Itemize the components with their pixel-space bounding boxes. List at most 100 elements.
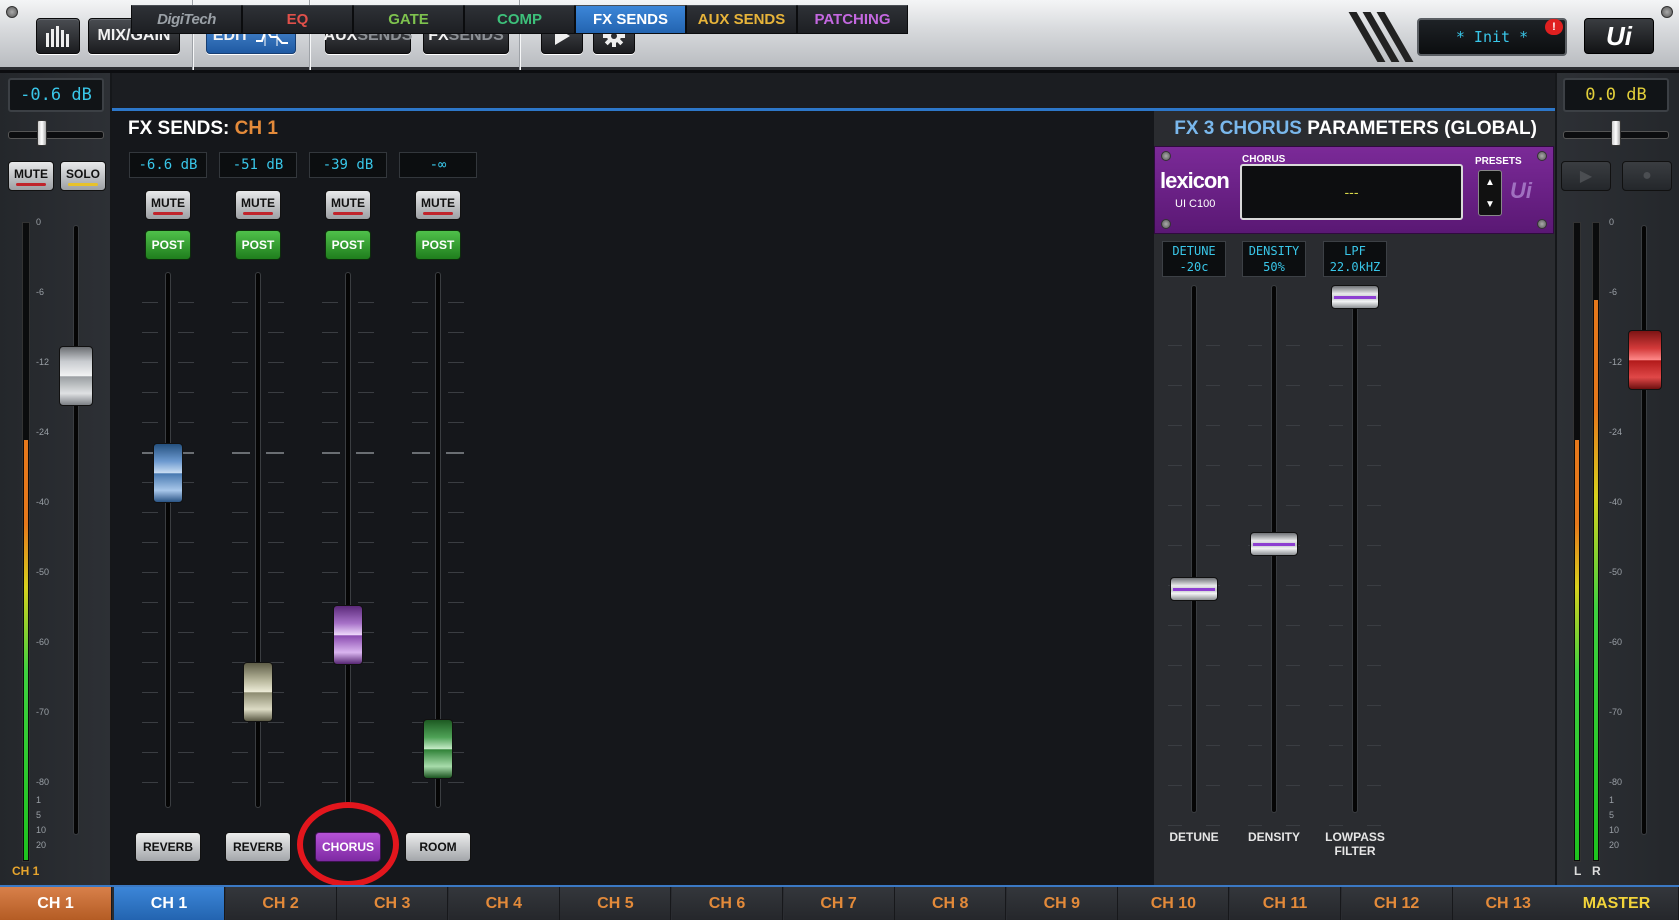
send-mute-button[interactable]: MUTE [325, 190, 371, 220]
fader-tick [268, 782, 284, 783]
fader-tick [1248, 705, 1262, 706]
channel-tab-ch-2[interactable]: CH 2 [225, 887, 337, 920]
tab-eq[interactable]: EQ [242, 5, 353, 34]
send-post-button[interactable]: POST [325, 230, 371, 260]
param-display-lowpass-filter[interactable]: LPF 22.0kHZ [1323, 241, 1387, 277]
tab-aux-sends[interactable]: AUX SENDS [686, 5, 797, 34]
channel-tab-ch-13[interactable]: CH 13 [1453, 887, 1565, 920]
alert-badge[interactable]: ! [1545, 19, 1563, 35]
channel-tab-ch-10[interactable]: CH 10 [1118, 887, 1230, 920]
send-level-display[interactable]: -39 dB [309, 152, 387, 178]
send-mute-label: MUTE [331, 195, 365, 210]
send-level-display[interactable]: -∞ [399, 152, 477, 178]
tab-patching[interactable]: PATCHING [797, 5, 908, 34]
ui-logo-button[interactable]: Ui [1584, 18, 1654, 54]
tab-fx-sends[interactable]: FX SENDS [575, 5, 686, 34]
channel-gain-display[interactable]: -0.6 dB [8, 78, 104, 112]
chevron-up-icon[interactable]: ▲ [1485, 177, 1495, 188]
fader-tick [1367, 825, 1381, 826]
param-fader-track[interactable] [1191, 285, 1197, 813]
channel-tab-ch-7[interactable]: CH 7 [783, 887, 895, 920]
channel-tab-ch-5[interactable]: CH 5 [560, 887, 672, 920]
channel-tab-ch-8[interactable]: CH 8 [895, 887, 1007, 920]
solo-button[interactable]: SOLO [60, 161, 106, 191]
send-fader-handle[interactable] [333, 604, 363, 665]
fader-tick [178, 572, 194, 573]
fader-tick [232, 512, 248, 513]
send-fader-handle[interactable] [423, 718, 453, 779]
master-channel-tab[interactable]: MASTER [1555, 887, 1679, 920]
channel-tab-ch-9[interactable]: CH 9 [1006, 887, 1118, 920]
fader-tick [322, 482, 338, 483]
channel-fader-track[interactable] [73, 225, 79, 835]
fader-tick [358, 782, 374, 783]
fader-tick [1329, 425, 1343, 426]
channel-tab-ch-1[interactable]: CH 1 [114, 887, 225, 920]
meters-button[interactable] [36, 18, 80, 54]
param-name: DETUNE [1172, 244, 1216, 258]
fader-tick [142, 722, 158, 723]
pan-slider[interactable] [8, 131, 104, 139]
send-fader-handle[interactable] [153, 442, 183, 503]
fader-tick [1367, 425, 1381, 426]
param-fader-handle[interactable] [1170, 577, 1218, 602]
master-record-button[interactable]: ● [1622, 161, 1672, 191]
param-fader-track[interactable] [1352, 285, 1358, 813]
current-channel-tab[interactable]: CH 1 [0, 887, 112, 920]
tab-gate[interactable]: GATE [353, 5, 464, 34]
param-fader-handle[interactable] [1250, 531, 1298, 556]
fader-tick [1206, 825, 1220, 826]
send-post-button[interactable]: POST [145, 230, 191, 260]
preset-stepper[interactable]: ▲ ▼ [1478, 170, 1502, 216]
send-fader-track[interactable] [345, 272, 351, 808]
channel-tab-label: CH 5 [597, 894, 634, 912]
meter-left-label: L [1574, 864, 1582, 878]
param-display-detune[interactable]: DETUNE -20c [1162, 241, 1226, 277]
fx-sends-title-text: FX SENDS: [128, 118, 230, 139]
scale-label: 0 [36, 217, 42, 227]
param-fader-handle[interactable] [1331, 285, 1379, 309]
master-gain-display[interactable]: 0.0 dB [1563, 78, 1669, 112]
tab-comp[interactable]: COMP [464, 5, 575, 34]
chevron-down-icon[interactable]: ▼ [1485, 199, 1495, 210]
fader-tick [1248, 625, 1262, 626]
tab-digitech[interactable]: DigiTech [131, 5, 242, 34]
channel-fader-handle[interactable] [59, 346, 93, 406]
channel-tab-label: CH 12 [1373, 894, 1420, 912]
channel-tab-ch-3[interactable]: CH 3 [337, 887, 449, 920]
fader-tick [268, 482, 284, 483]
master-fader-handle[interactable] [1628, 329, 1662, 390]
pan-handle[interactable] [37, 120, 47, 146]
send-mute-button[interactable]: MUTE [235, 190, 281, 220]
fx-select-button-reverb[interactable]: REVERB [135, 832, 201, 862]
master-play-button[interactable]: ▶ [1561, 161, 1611, 191]
send-fader-track[interactable] [255, 272, 261, 808]
send-post-button[interactable]: POST [235, 230, 281, 260]
send-level-display[interactable]: -6.6 dB [129, 152, 207, 178]
send-fader-handle[interactable] [243, 661, 273, 722]
mute-button[interactable]: MUTE [8, 161, 54, 191]
lexicon-model: UI C100 [1175, 198, 1216, 210]
fader-tick [178, 332, 194, 333]
send-post-button[interactable]: POST [415, 230, 461, 260]
fader-tick [232, 782, 248, 783]
channel-tab-ch-11[interactable]: CH 11 [1230, 887, 1341, 920]
fader-tick [232, 602, 248, 603]
fader-tick [412, 782, 428, 783]
master-balance-handle[interactable] [1611, 120, 1621, 146]
param-display-density[interactable]: DENSITY 50% [1242, 241, 1306, 277]
channel-tab-ch-6[interactable]: CH 6 [672, 887, 783, 920]
fader-tick [412, 422, 428, 423]
fader-tick [1367, 505, 1381, 506]
preset-screen[interactable]: --- [1240, 164, 1463, 220]
send-mute-button[interactable]: MUTE [145, 190, 191, 220]
send-fader-track[interactable] [165, 272, 171, 808]
channel-tab-ch-12[interactable]: CH 12 [1341, 887, 1453, 920]
channel-tab-ch-4[interactable]: CH 4 [448, 887, 560, 920]
send-level-display[interactable]: -51 dB [219, 152, 297, 178]
fx-select-button-reverb[interactable]: REVERB [225, 832, 291, 862]
fader-tick [1206, 665, 1220, 666]
master-fader-track[interactable] [1641, 225, 1647, 835]
fx-select-button-room[interactable]: ROOM [405, 832, 471, 862]
send-mute-button[interactable]: MUTE [415, 190, 461, 220]
